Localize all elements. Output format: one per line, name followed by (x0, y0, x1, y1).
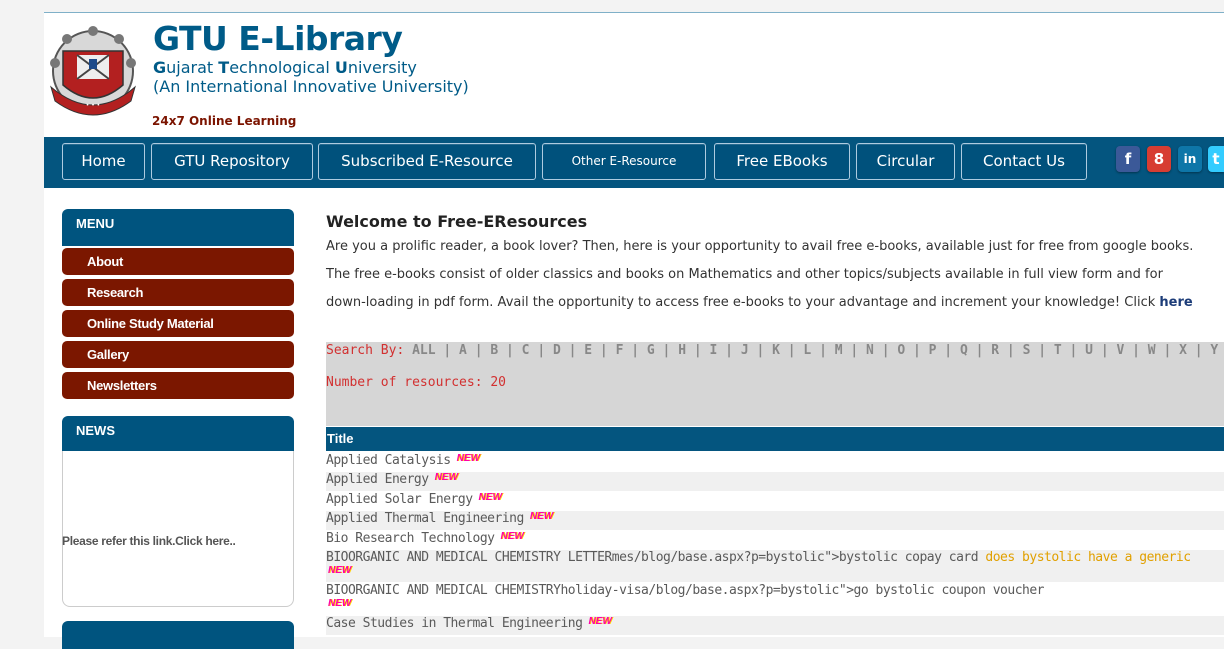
event-panel-title (62, 621, 294, 649)
facebook-icon[interactable]: f (1116, 146, 1140, 172)
page-title: Welcome to Free-EResources (326, 212, 588, 231)
intro-paragraph-3: down-loading in pdf form. Avail the oppo… (326, 295, 1193, 310)
new-badge: NEW (478, 492, 502, 503)
news-panel (62, 451, 294, 607)
table-row[interactable]: Applied Energy NEW (326, 472, 1224, 491)
menu-item-research[interactable]: Research (62, 279, 294, 306)
table-row[interactable]: Applied Solar Energy NEW (326, 492, 1224, 507)
nav-free-ebooks[interactable]: Free EBooks (714, 143, 850, 180)
site-subtitle-tagline: (An International Innovative University) (153, 77, 469, 96)
page: • • • GTU E-Library Gujarat Technologica… (44, 12, 1224, 649)
table-row[interactable]: BIOORGANIC AND MEDICAL CHEMISTRYholiday-… (326, 583, 1224, 609)
table-header-title: Title (326, 427, 1224, 451)
intro-paragraph-2: The free e-books consist of older classi… (326, 267, 1163, 282)
menu-item-gallery[interactable]: Gallery (62, 341, 294, 368)
menu-panel-title: MENU (62, 209, 294, 246)
site-title: GTU E-Library (153, 19, 403, 58)
svg-text:• • •: • • • (86, 102, 100, 109)
intro-paragraph-1: Are you a prolific reader, a book lover?… (326, 239, 1194, 254)
gtu-logo-icon[interactable]: • • • (47, 25, 139, 121)
here-link[interactable]: here (1159, 295, 1192, 310)
table-row[interactable]: Applied Catalysis NEW (326, 453, 1224, 468)
new-badge: NEW (529, 511, 554, 522)
nav-gtu-repository[interactable]: GTU Repository (151, 143, 313, 180)
new-badge: NEW (434, 472, 458, 483)
menu-item-online-study-material[interactable]: Online Study Material (62, 310, 294, 337)
nav-other-e-resource[interactable]: Other E-Resource (542, 143, 706, 180)
news-panel-title: NEWS (62, 416, 294, 453)
table-row[interactable]: Applied Thermal Engineering NEW (326, 511, 1224, 530)
news-link[interactable]: Please refer this link.Click here.. (62, 534, 236, 548)
nav-contact-us[interactable]: Contact Us (961, 143, 1087, 180)
alphabet-filter-links[interactable]: ALL | A | B | C | D | E | F | G | H | I … (412, 343, 1224, 358)
nav-circular[interactable]: Circular (856, 143, 955, 180)
new-badge: NEW (328, 565, 352, 576)
main-nav: Home GTU Repository Subscribed E-Resourc… (44, 137, 1224, 188)
alphabet-search: Search By: ALL | A | B | C | D | E | F |… (326, 343, 1224, 358)
table-row[interactable]: Case Studies in Thermal Engineering NEW (326, 616, 1224, 635)
menu-item-newsletters[interactable]: Newsletters (62, 372, 294, 399)
online-learning-tagline: 24x7 Online Learning (152, 114, 297, 128)
site-subtitle-university: Gujarat Technological University (153, 58, 417, 77)
table-row[interactable]: BIOORGANIC AND MEDICAL CHEMISTRY LETTERm… (326, 550, 1224, 582)
nav-subscribed-e-resource[interactable]: Subscribed E-Resource (318, 143, 536, 180)
google-plus-icon[interactable]: 8 (1147, 146, 1171, 172)
resource-count: Number of resources: 20 (326, 375, 507, 390)
nav-home[interactable]: Home (62, 143, 145, 180)
new-badge: NEW (500, 531, 524, 542)
new-badge: NEW (588, 616, 612, 627)
table-row[interactable]: Bio Research Technology NEW (326, 531, 1224, 546)
menu-item-about[interactable]: About (62, 248, 294, 275)
new-badge: NEW (456, 453, 480, 464)
linkedin-icon[interactable]: in (1178, 146, 1202, 172)
new-badge: NEW (328, 598, 352, 609)
twitter-icon[interactable]: t (1208, 146, 1224, 172)
